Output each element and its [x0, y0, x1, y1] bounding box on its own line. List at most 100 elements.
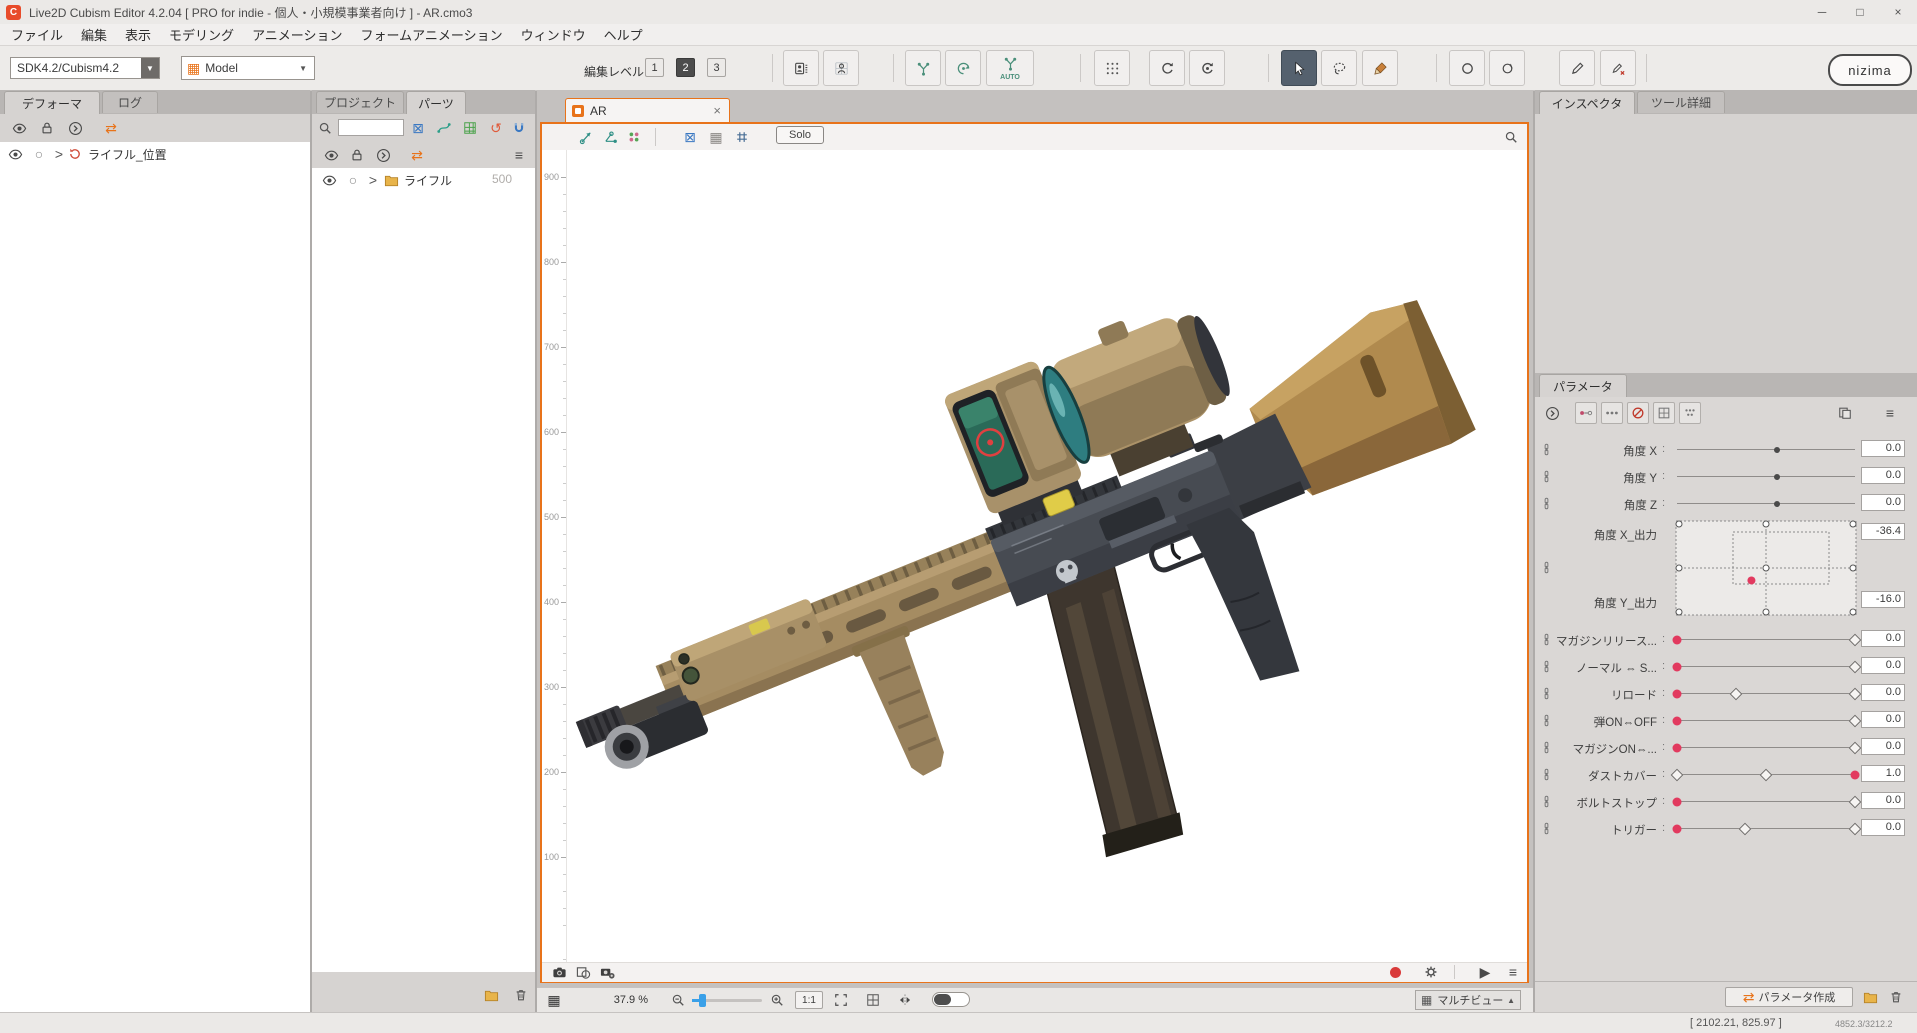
keyform-points-icon[interactable]	[1601, 402, 1623, 424]
rotate-origin-tool[interactable]	[1189, 50, 1225, 86]
tab-log[interactable]: ログ	[102, 91, 158, 113]
rotate-tool[interactable]	[1149, 50, 1185, 86]
tab-parameters[interactable]: パラメータ	[1539, 374, 1627, 397]
tab-inspector[interactable]: インスペクタ	[1539, 91, 1635, 114]
param-value[interactable]: 0.0	[1861, 738, 1905, 755]
lock-toggle-icon[interactable]	[346, 144, 368, 166]
flip-view-icon[interactable]	[894, 989, 916, 1011]
zoom-in-icon[interactable]	[766, 989, 788, 1011]
param-slider[interactable]	[1675, 436, 1857, 463]
tab-tool-details[interactable]: ツール詳細	[1637, 91, 1725, 113]
param-value[interactable]: 0.0	[1861, 440, 1905, 457]
param-value[interactable]: 0.0	[1861, 819, 1905, 836]
canvas-grid-icon[interactable]	[862, 989, 884, 1011]
mesh-filter-icon[interactable]	[459, 117, 481, 139]
mesh-toggle-icon[interactable]: ▦	[705, 126, 727, 148]
record-icon[interactable]	[1384, 961, 1406, 983]
param-knob[interactable]	[1673, 825, 1682, 834]
copy-parameters-icon[interactable]	[1834, 402, 1856, 424]
grid-toggle-icon[interactable]	[731, 126, 753, 148]
panel-menu-icon[interactable]: ≡	[508, 144, 530, 166]
new-parameter-folder-button[interactable]	[1859, 986, 1881, 1008]
menu-item-2[interactable]: 表示	[116, 23, 160, 46]
screenshot-icon[interactable]	[548, 961, 570, 983]
tab-deformer[interactable]: デフォーマ	[4, 91, 100, 114]
refresh-icon[interactable]: ↺	[485, 117, 507, 139]
param-value[interactable]: 0.0	[1861, 494, 1905, 511]
param-slider[interactable]	[1675, 815, 1857, 842]
param-slider[interactable]	[1675, 626, 1857, 653]
edit-level-2-button[interactable]: 2	[676, 58, 695, 77]
lasso-select-tool[interactable]	[1321, 50, 1357, 86]
sync-selection-icon[interactable]: ⇄	[406, 144, 428, 166]
param-knob[interactable]	[1673, 636, 1682, 645]
vertex-select-tool-icon[interactable]	[575, 126, 597, 148]
keyform-edit-icon[interactable]	[1575, 402, 1597, 424]
param-slider[interactable]	[1675, 761, 1857, 788]
search-icon[interactable]	[314, 117, 336, 139]
mode-select[interactable]: ▦ Model ▼	[181, 56, 315, 80]
clear-filter-icon[interactable]: ⊠	[407, 117, 429, 139]
param-value[interactable]: 0.0	[1861, 467, 1905, 484]
pen-erase-tool[interactable]	[1600, 50, 1636, 86]
edit-level-3-button[interactable]: 3	[707, 58, 726, 77]
bounding-box-toggle-icon[interactable]: ⊠	[679, 126, 701, 148]
nizima-brand-logo[interactable]: nizima	[1828, 54, 1912, 86]
brush-select-tool[interactable]	[1362, 50, 1398, 86]
multiview-dropdown[interactable]: ▦ マルチビュー ▲	[1415, 990, 1521, 1010]
deformer-path-tool[interactable]	[905, 50, 941, 86]
deformer-rotate-tool[interactable]	[945, 50, 981, 86]
zoom-slider[interactable]	[692, 999, 762, 1002]
view-mode-icon[interactable]: ▦	[543, 989, 565, 1011]
param-slider[interactable]	[1675, 788, 1857, 815]
select-tool[interactable]	[1281, 50, 1317, 86]
selection-circle-icon[interactable]: ○	[342, 169, 364, 191]
visibility-icon[interactable]	[318, 169, 340, 191]
animation-curve-icon[interactable]	[433, 117, 455, 139]
param-slider[interactable]	[1675, 653, 1857, 680]
warp-ring-tool[interactable]	[1449, 50, 1485, 86]
tree-row-rifle[interactable]: ○ > ライフル 500	[312, 168, 535, 192]
tab-project[interactable]: プロジェクト	[316, 91, 404, 113]
minimize-button[interactable]: ─	[1803, 1, 1841, 24]
vertex-move-tool-icon[interactable]	[599, 126, 621, 148]
zoom-out-icon[interactable]	[667, 989, 689, 1011]
menu-item-7[interactable]: ヘルプ	[595, 23, 652, 46]
expand-parameters-icon[interactable]	[1541, 402, 1563, 424]
parameters-menu-icon[interactable]: ≡	[1879, 402, 1901, 424]
onion-skin-icon[interactable]	[572, 961, 594, 983]
arrange-parts-tool[interactable]	[783, 50, 819, 86]
keyform-disable-icon[interactable]	[1627, 402, 1649, 424]
param-knob[interactable]	[1774, 474, 1780, 480]
edit-level-1-button[interactable]: 1	[645, 58, 664, 77]
param-slider[interactable]	[1675, 680, 1857, 707]
zoom-percentage[interactable]: 37.9 %	[592, 994, 648, 1006]
param-knob[interactable]	[1774, 501, 1780, 507]
delete-button[interactable]	[510, 984, 532, 1006]
param-value[interactable]: 0.0	[1861, 630, 1905, 647]
tree-item-label[interactable]: ライフル	[404, 172, 452, 189]
parameter-link-icon[interactable]	[1540, 561, 1553, 574]
keyform-grid-icon[interactable]	[1653, 402, 1675, 424]
param-knob[interactable]	[1673, 798, 1682, 807]
menu-item-4[interactable]: アニメーション	[243, 23, 351, 46]
param-knob[interactable]	[1673, 663, 1682, 672]
menu-item-1[interactable]: 編集	[72, 23, 116, 46]
playlist-icon[interactable]: ≡	[1502, 961, 1524, 983]
view-toggle-switch[interactable]	[932, 992, 970, 1007]
maximize-button[interactable]: □	[1841, 1, 1879, 24]
param-slider[interactable]	[1675, 734, 1857, 761]
param-value[interactable]: 0.0	[1861, 711, 1905, 728]
create-parameter-button[interactable]: ⇄ パラメータ作成	[1725, 987, 1853, 1007]
visibility-toggle-icon[interactable]	[8, 117, 30, 139]
expand-all-icon[interactable]	[372, 144, 394, 166]
param-knob[interactable]	[1673, 717, 1682, 726]
selection-circle-icon[interactable]: ○	[28, 143, 50, 165]
param-value[interactable]: 1.0	[1861, 765, 1905, 782]
canvas-tab-ar[interactable]: AR ×	[565, 98, 730, 122]
param-knob[interactable]	[1673, 690, 1682, 699]
snap-icon[interactable]	[508, 117, 530, 139]
warp-ring-rotate-tool[interactable]	[1489, 50, 1525, 86]
solo-button[interactable]: Solo	[776, 126, 824, 144]
visibility-toggle-icon[interactable]	[320, 144, 342, 166]
